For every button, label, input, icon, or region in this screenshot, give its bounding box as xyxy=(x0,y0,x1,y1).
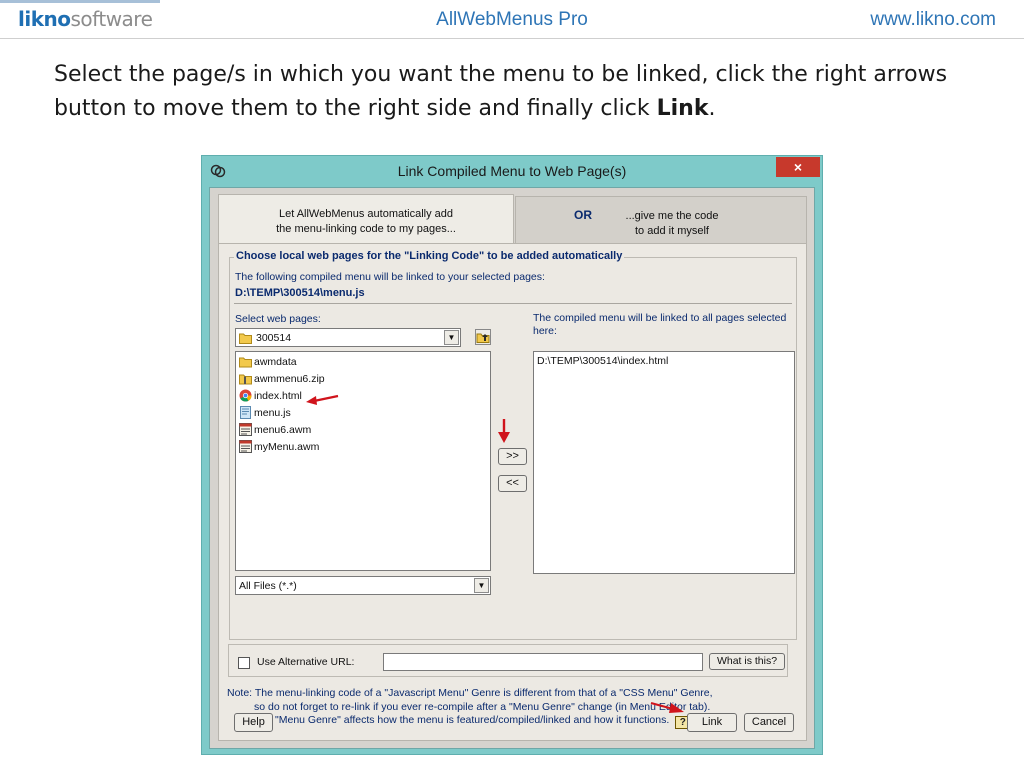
list-item[interactable]: awmdata xyxy=(239,355,297,371)
folder-icon xyxy=(239,333,252,344)
linking-group: Choose local web pages for the "Linking … xyxy=(229,250,797,640)
web-pages-list[interactable]: awmdata awmmenu6.zip index.html menu.js … xyxy=(235,351,491,571)
group-separator xyxy=(234,303,792,304)
tab-auto-add[interactable]: Let AllWebMenus automatically add the me… xyxy=(218,194,514,244)
title-bar[interactable]: Link Compiled Menu to Web Page(s) × xyxy=(202,156,822,186)
link-dialog-window: Link Compiled Menu to Web Page(s) × Let … xyxy=(201,155,823,755)
tab-content: Choose local web pages for the "Linking … xyxy=(218,243,807,741)
add-pages-button[interactable]: >> xyxy=(498,448,527,465)
tab-manual-code[interactable]: OR ...give me the code to add it myself xyxy=(515,196,807,244)
tab-or-label: OR xyxy=(574,208,592,222)
chrome-icon xyxy=(239,389,252,402)
awm-file-icon xyxy=(239,423,252,436)
file-filter-dropdown[interactable]: All Files (*.*) ▼ xyxy=(235,576,491,595)
compiled-info-text: The following compiled menu will be link… xyxy=(235,271,545,283)
tab-auto-line2: the menu-linking code to my pages... xyxy=(276,223,456,235)
cancel-button[interactable]: Cancel xyxy=(744,713,794,732)
script-file-icon xyxy=(240,406,251,419)
alt-url-label: Use Alternative URL: xyxy=(257,656,355,668)
what-is-this-button[interactable]: What is this? xyxy=(709,653,785,670)
alternative-url-box: Use Alternative URL: What is this? xyxy=(228,644,788,677)
list-item[interactable]: awmmenu6.zip xyxy=(239,372,325,388)
selected-page-item[interactable]: D:\TEMP\300514\index.html xyxy=(537,355,668,371)
close-button[interactable]: × xyxy=(776,157,820,177)
zip-folder-icon xyxy=(239,374,252,385)
folder-value: 300514 xyxy=(256,332,292,344)
annotation-arrow-right-icon xyxy=(650,701,684,713)
dialog-client: Let AllWebMenus automatically add the me… xyxy=(209,187,815,749)
right-info-line2: here: xyxy=(533,325,557,337)
help-button[interactable]: Help xyxy=(234,713,273,732)
group-legend: Choose local web pages for the "Linking … xyxy=(234,250,625,262)
folder-dropdown[interactable]: 300514 ▼ xyxy=(235,328,461,347)
list-item[interactable]: menu6.awm xyxy=(239,423,311,439)
compiled-menu-path: D:\TEMP\300514\menu.js xyxy=(235,287,365,299)
annotation-arrow-left-icon xyxy=(306,394,339,405)
annotation-arrow-down-icon xyxy=(498,419,510,443)
remove-pages-button[interactable]: << xyxy=(498,475,527,492)
folder-icon xyxy=(239,357,252,368)
tab-auto-line1: Let AllWebMenus automatically add xyxy=(278,208,454,220)
folder-up-button[interactable] xyxy=(475,329,491,345)
list-item[interactable]: menu.js xyxy=(239,406,291,422)
filter-value: All Files (*.*) xyxy=(239,580,297,592)
awm-file-icon xyxy=(239,440,252,453)
selected-pages-list[interactable]: D:\TEMP\300514\index.html xyxy=(533,351,795,574)
alt-url-input[interactable] xyxy=(383,653,703,671)
right-info-line1: The compiled menu will be linked to all … xyxy=(533,312,787,324)
chevron-down-icon[interactable]: ▼ xyxy=(444,330,459,345)
instruction-text: Select the page/s in which you want the … xyxy=(54,62,948,121)
list-item[interactable]: myMenu.awm xyxy=(239,440,319,456)
tab-manual-text: ...give me the code to add it myself xyxy=(625,210,719,237)
chevron-down-icon[interactable]: ▼ xyxy=(474,578,489,593)
header-divider xyxy=(0,38,1024,39)
link-button[interactable]: Link xyxy=(687,713,737,732)
window-title: Link Compiled Menu to Web Page(s) xyxy=(397,163,627,179)
list-item[interactable]: index.html xyxy=(239,389,302,405)
logo-accent-strip xyxy=(0,0,160,3)
header-url: www.likno.com xyxy=(870,9,996,30)
slide-header: liknosoftware AllWebMenus Pro www.likno.… xyxy=(0,0,1024,40)
select-pages-label: Select web pages: xyxy=(235,313,321,325)
use-alt-url-checkbox[interactable] xyxy=(238,657,250,669)
